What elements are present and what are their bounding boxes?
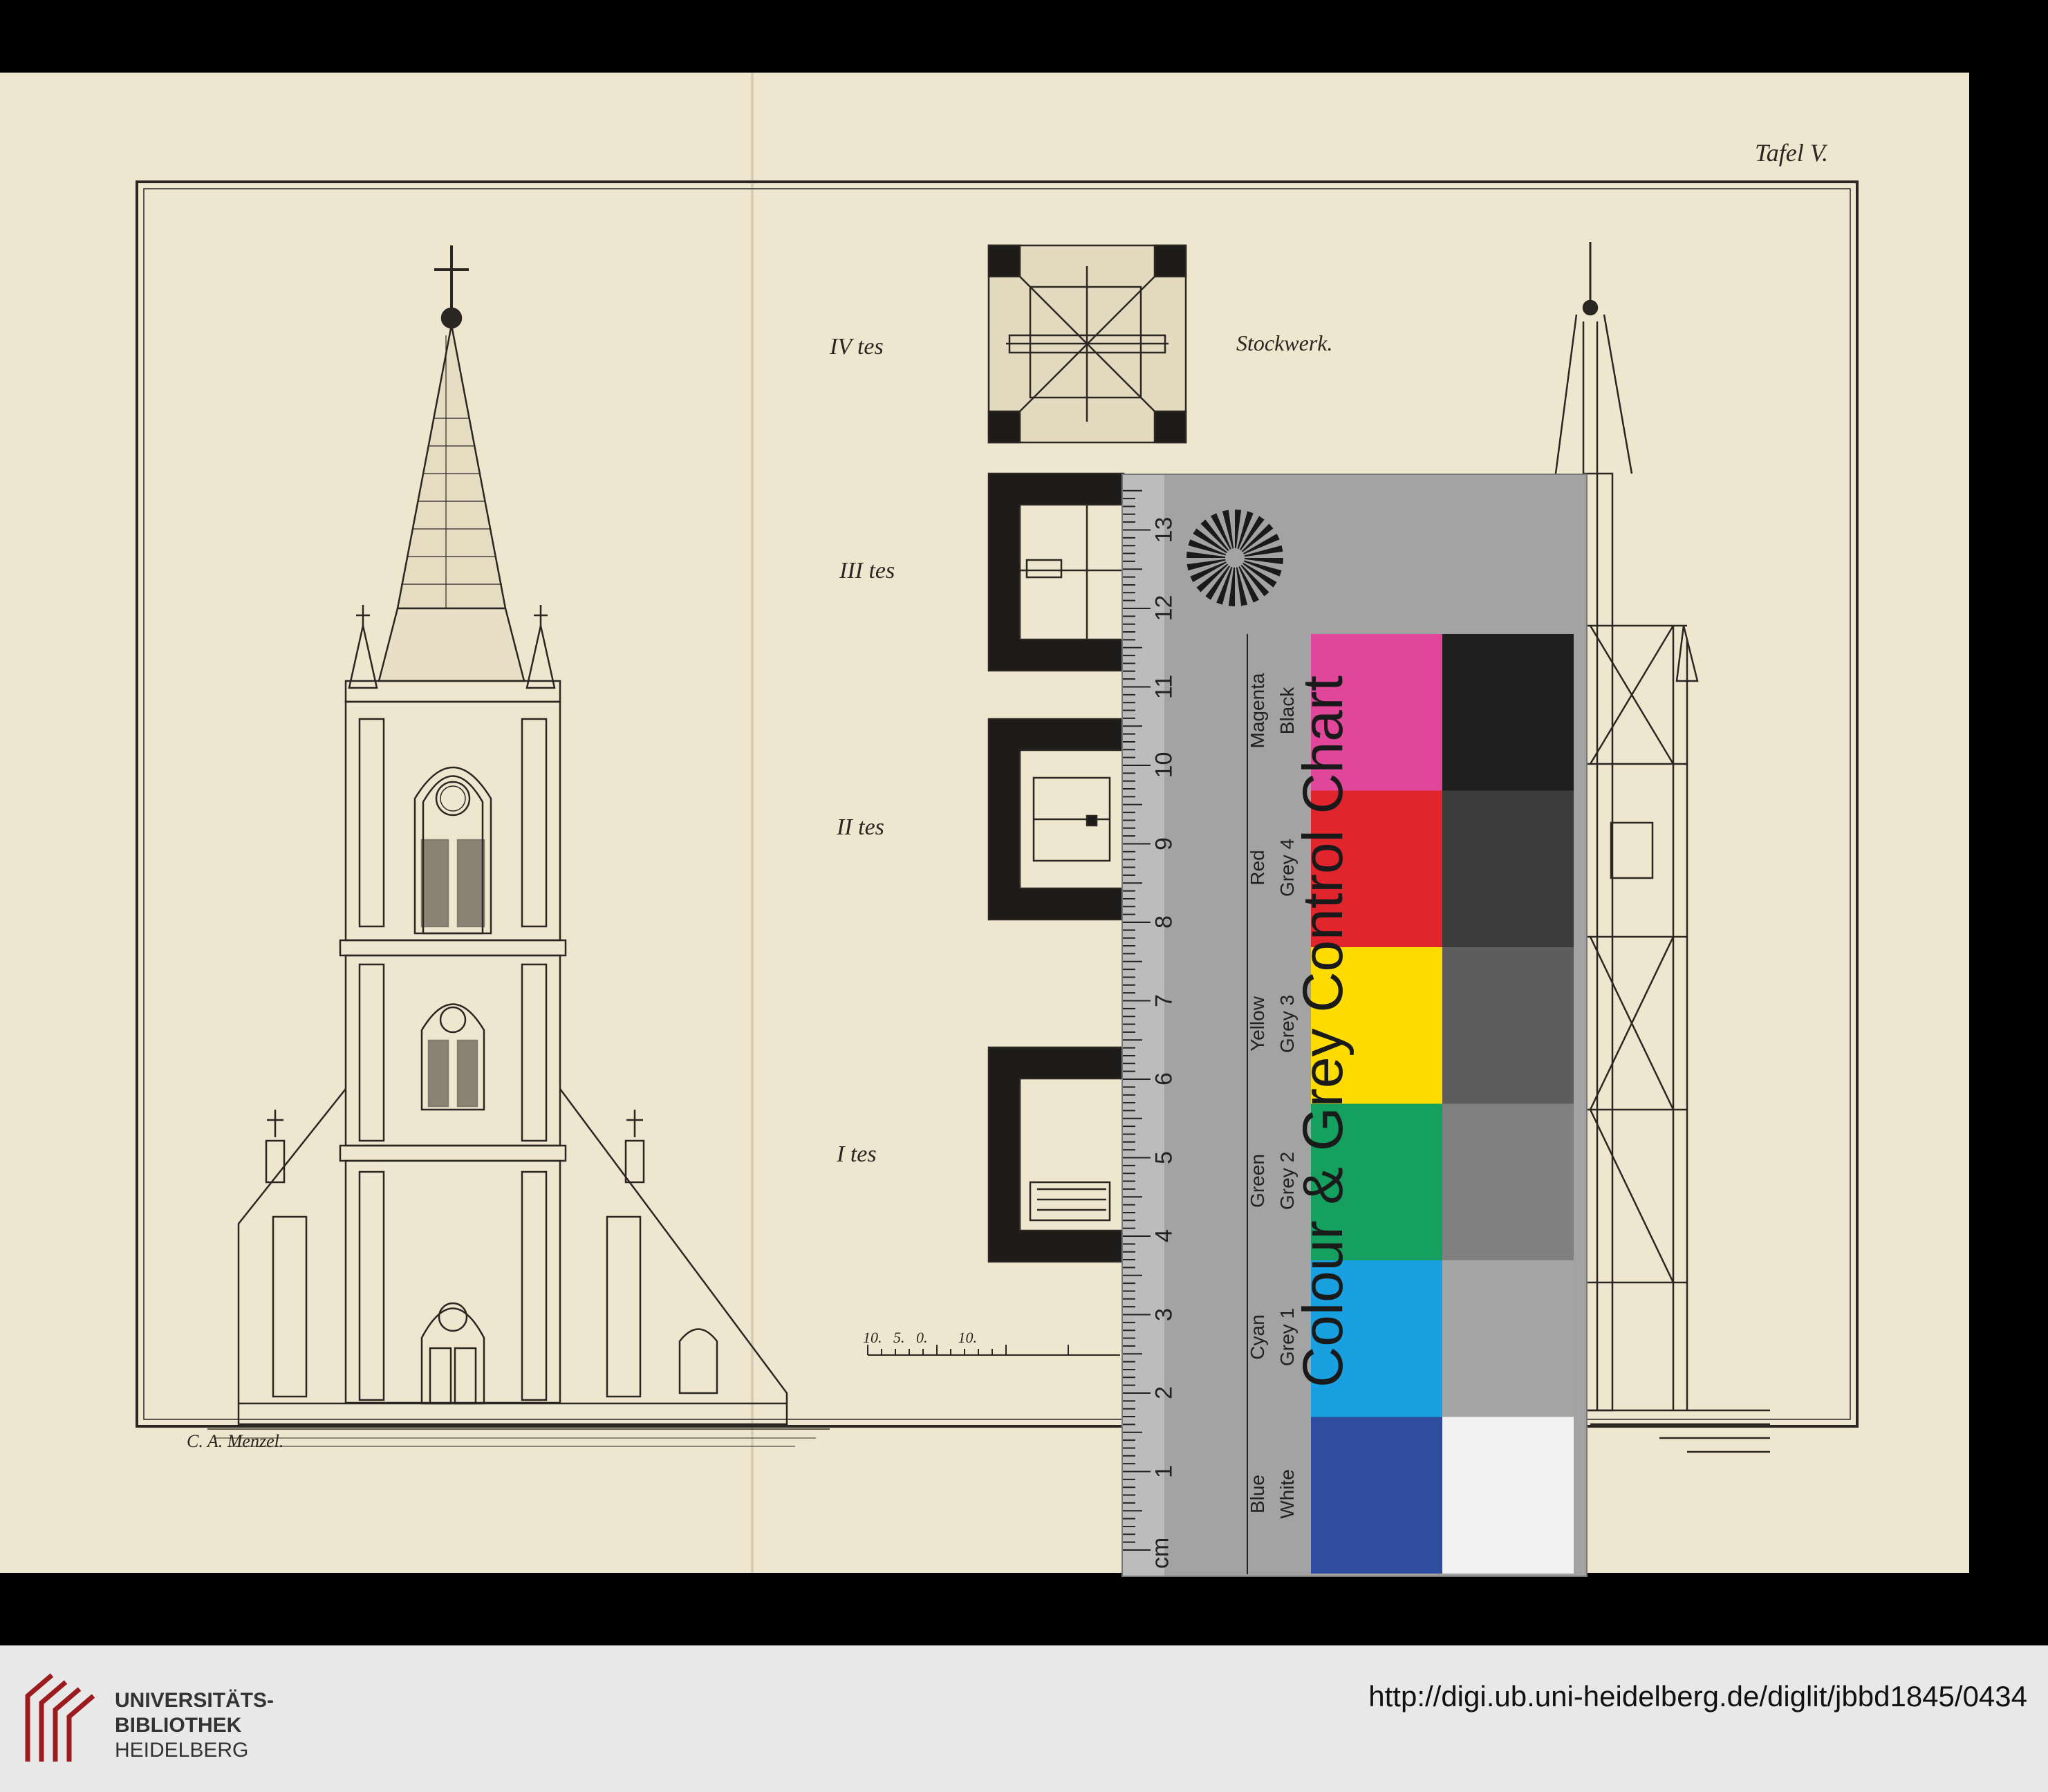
cm-tick-label: 12 [1151, 595, 1177, 622]
cm-tick-label: 2 [1151, 1386, 1177, 1399]
scan-area: Tafel V. Stockwerk. IV tes III tes II te… [0, 0, 2048, 1645]
card-title: Colour & Grey Control Chart [1292, 675, 1355, 1388]
colour-patch-label: Red [1247, 850, 1268, 886]
floor-label-2: II tes [837, 814, 884, 840]
cm-unit-label: cm [1147, 1537, 1174, 1569]
scale-numbers: 10. 5. 0. 10. [863, 1329, 977, 1346]
colour-patch-label: Cyan [1247, 1314, 1268, 1360]
grey-patch-label: Black [1276, 687, 1298, 735]
colour-control-card: Colour & Grey Control Chart cm 123456789… [1121, 474, 1588, 1577]
grey-patch [1442, 634, 1574, 791]
tower-section [1554, 242, 1770, 1453]
cm-tick-label: 4 [1151, 1229, 1177, 1242]
floor-plan-1 [987, 1046, 1125, 1263]
cm-tick-label: 3 [1151, 1307, 1177, 1321]
colour-patch-label: Blue [1247, 1474, 1268, 1513]
cm-tick-label: 9 [1151, 837, 1177, 850]
cm-tick-label: 6 [1151, 1072, 1177, 1085]
engraving-plate: Tafel V. Stockwerk. IV tes III tes II te… [0, 73, 1969, 1573]
plate-number: Tafel V. [1755, 139, 1829, 167]
colour-patch-label: Magenta [1247, 673, 1268, 749]
grey-patch-label: White [1276, 1468, 1298, 1519]
floor-plan-3 [987, 472, 1125, 672]
floor-label-4: IV tes [830, 334, 884, 360]
grey-patch-label: Grey 2 [1276, 1151, 1298, 1210]
grey-patch-label: Grey 1 [1276, 1308, 1298, 1367]
cm-tick-label: 1 [1151, 1464, 1177, 1478]
church-elevation [207, 245, 830, 1447]
grey-patch [1442, 947, 1574, 1104]
floor-plan-2 [987, 718, 1125, 921]
source-url[interactable]: http://digi.ub.uni-heidelberg.de/diglit/… [1368, 1680, 2027, 1713]
grey-patch-label: Grey 4 [1276, 838, 1298, 897]
floor-plan-4 [987, 244, 1187, 444]
cm-tick-label: 7 [1151, 993, 1177, 1007]
grey-patch [1442, 1417, 1574, 1574]
grey-patch [1442, 1103, 1574, 1260]
starburst-icon [1186, 510, 1283, 606]
library-name-line2: BIBLIOTHEK [115, 1714, 242, 1737]
cm-tick-label: 11 [1151, 674, 1177, 699]
plate-drawing [136, 73, 1859, 1573]
library-logo-icon [25, 1673, 95, 1762]
grey-patch [1442, 790, 1574, 947]
grey-patch-label: Grey 3 [1276, 995, 1298, 1054]
stockwerk-label: Stockwerk. [1236, 330, 1333, 355]
cm-tick-label: 5 [1151, 1150, 1177, 1164]
cm-tick-label: 8 [1151, 915, 1177, 928]
cm-tick-label: 13 [1151, 516, 1177, 543]
colour-patch-label: Yellow [1247, 996, 1268, 1052]
engraver-credit: C. A. Menzel. [187, 1431, 284, 1451]
library-footer: UNIVERSITÄTS- BIBLIOTHEK HEIDELBERG http… [0, 1645, 2048, 1792]
colour-patch-label: Green [1247, 1153, 1268, 1208]
floor-label-3: III tes [839, 558, 895, 584]
floor-label-1: I tes [837, 1141, 877, 1167]
library-name-line1: UNIVERSITÄTS- [115, 1689, 274, 1712]
library-name-line3: HEIDELBERG [115, 1739, 249, 1762]
colour-patch [1311, 1417, 1442, 1574]
grey-patch [1442, 1260, 1574, 1417]
library-name: UNIVERSITÄTS- BIBLIOTHEK HEIDELBERG [115, 1688, 274, 1763]
cm-tick-label: 10 [1151, 752, 1177, 778]
